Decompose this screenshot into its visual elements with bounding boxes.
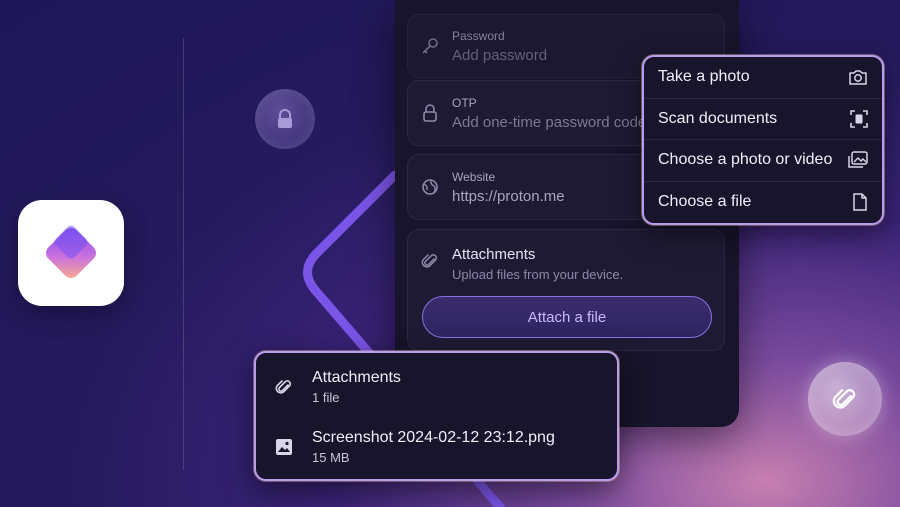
menu-item-label: Scan documents — [658, 109, 778, 127]
lock-icon — [278, 109, 292, 128]
globe-icon — [408, 178, 452, 196]
paperclip-bubble — [808, 362, 882, 436]
menu-item-scan-documents[interactable]: Scan documents — [644, 99, 882, 140]
website-input[interactable]: https://proton.me — [452, 188, 565, 205]
gallery-icon — [848, 151, 868, 168]
proton-pass-logo-icon — [46, 225, 96, 278]
paperclip-icon — [408, 252, 452, 270]
menu-item-label: Choose a file — [658, 193, 752, 211]
lock-icon — [408, 104, 452, 122]
attachment-file-name: Screenshot 2024-02-12 23:12.png — [312, 429, 555, 446]
otp-label: OTP — [452, 95, 477, 110]
password-input[interactable]: Add password — [452, 47, 547, 64]
otp-input[interactable]: Add one-time password code — [452, 114, 646, 131]
scan-document-icon — [850, 109, 868, 128]
attachments-label: Attachments — [452, 246, 536, 263]
paperclip-icon — [256, 378, 312, 396]
website-label: Website — [452, 169, 496, 184]
lock-bubble — [255, 89, 315, 149]
attachments-count: 1 file — [312, 390, 340, 405]
image-file-icon — [256, 438, 312, 456]
attachments-card: Attachments 1 file Screenshot 2024-02-12… — [254, 351, 619, 481]
camera-icon — [849, 70, 867, 85]
attach-file-button[interactable]: Attach a file — [422, 296, 712, 338]
menu-item-choose-photo-video[interactable]: Choose a photo or video — [644, 140, 882, 182]
divider-line — [183, 38, 184, 470]
attach-options-menu: Take a photo Scan documents Choose a pho… — [642, 55, 884, 225]
menu-item-label: Choose a photo or video — [658, 151, 833, 169]
menu-item-choose-file[interactable]: Choose a file — [644, 182, 882, 224]
attachment-file-size: 15 MB — [312, 450, 350, 465]
password-label: Password — [452, 28, 505, 43]
file-icon — [853, 193, 867, 211]
menu-item-label: Take a photo — [658, 68, 750, 86]
key-icon — [408, 37, 452, 55]
attachments-card-title: Attachments — [312, 369, 401, 386]
attachments-summary-row: Attachments 1 file — [256, 369, 617, 405]
paperclip-icon — [832, 389, 856, 409]
menu-item-take-photo[interactable]: Take a photo — [644, 57, 882, 99]
attachments-subtitle: Upload files from your device. — [452, 267, 624, 282]
attachment-file-row[interactable]: Screenshot 2024-02-12 23:12.png 15 MB — [256, 429, 617, 465]
app-logo — [18, 200, 124, 306]
